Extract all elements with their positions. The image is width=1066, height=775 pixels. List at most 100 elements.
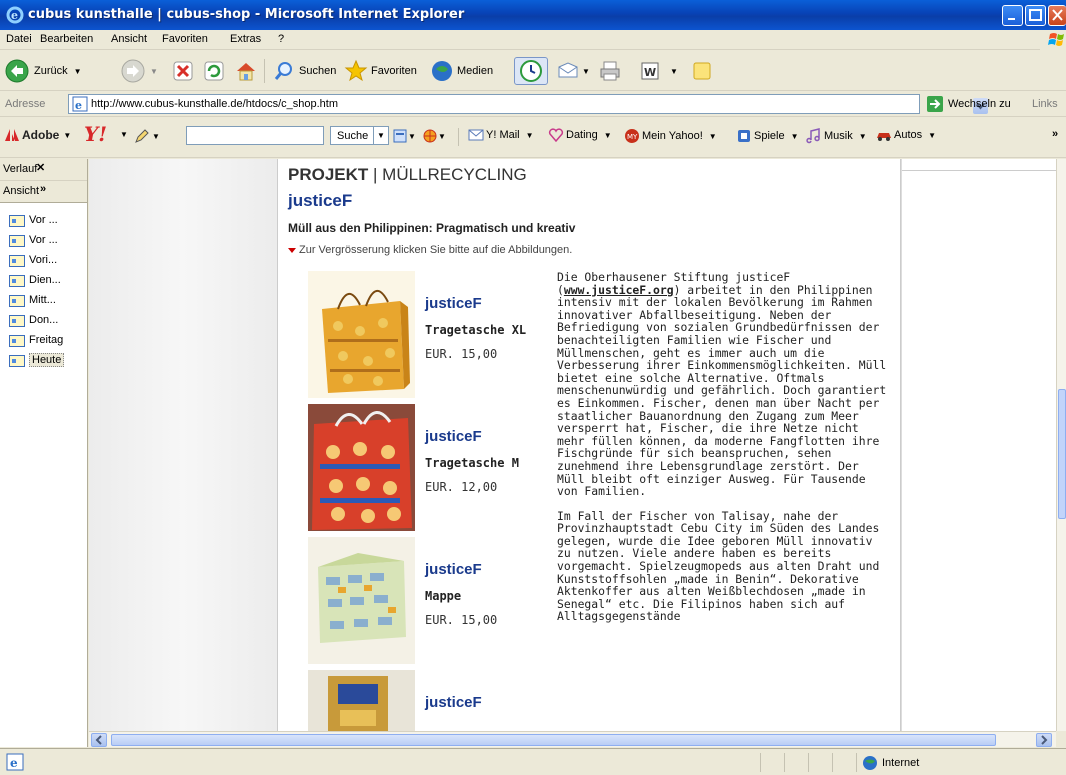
history-item-today[interactable]: Heute: [0, 351, 87, 371]
product-image-bag-m[interactable]: [308, 404, 415, 531]
address-input[interactable]: e http://www.cubus-kunsthalle.de/htdocs/…: [68, 94, 988, 114]
history-item-label: Vori...: [29, 254, 58, 266]
minimize-icon: [1008, 18, 1015, 20]
autos-label: Autos: [894, 129, 923, 141]
history-item[interactable]: Dien...: [0, 271, 87, 291]
sidebar-view-label: Ansicht: [3, 185, 40, 197]
mail-dropdown-icon[interactable]: ▼: [582, 67, 590, 76]
product-image-bag-xl[interactable]: [308, 271, 415, 398]
history-item[interactable]: Freitag: [0, 331, 87, 351]
status-cell: [832, 753, 856, 772]
highlight-button[interactable]: ▼: [134, 128, 160, 144]
sidebar-view-button[interactable]: Ansicht »: [0, 181, 87, 203]
forward-dropdown-icon[interactable]: ▼: [150, 67, 158, 76]
close-button[interactable]: [1048, 5, 1066, 26]
horizontal-scroll-thumb[interactable]: [111, 734, 996, 746]
product-brand[interactable]: justiceF: [425, 428, 482, 445]
window-title: cubus kunsthalle | cubus-shop - Microsof…: [28, 7, 465, 22]
media-button[interactable]: Medien: [430, 57, 493, 85]
edit-button[interactable]: W ▼: [638, 57, 678, 85]
myyahoo-button[interactable]: MY Mein Yahoo! ▼: [624, 128, 717, 144]
history-item[interactable]: Vor ...: [0, 231, 87, 251]
back-button[interactable]: Zurück ▼: [4, 57, 82, 85]
product-image-4[interactable]: [308, 670, 415, 731]
search-label: Suchen: [299, 65, 337, 77]
stop-button[interactable]: [172, 57, 194, 85]
product-name: Mappe: [425, 589, 462, 603]
dating-button[interactable]: Dating ▼: [548, 128, 612, 142]
product-brand[interactable]: justiceF: [425, 295, 482, 312]
description-paragraph-1: Die Oberhausener Stiftung justiceF (www.…: [557, 270, 887, 499]
adobe-button[interactable]: Adobe ▼: [4, 128, 71, 142]
print-button[interactable]: [598, 57, 622, 85]
heart-icon: [548, 128, 564, 142]
page-subtitle: Müll aus den Philippinen: Pragmatisch un…: [288, 221, 576, 235]
menu-file[interactable]: Datei: [6, 33, 32, 45]
calendar-icon: [9, 315, 25, 327]
pencil-dropdown-icon: ▼: [152, 131, 160, 141]
history-item-label: Don...: [29, 314, 59, 326]
maximize-button[interactable]: [1025, 5, 1046, 26]
yahoo-toolbar: Adobe ▼ Y! ▼ ▼ Suche ▼ ▼ ▼ Y! Mail ▼ Dat…: [0, 118, 1066, 158]
links-label[interactable]: Links: [1032, 98, 1058, 110]
product-item: justiceF Mappe EUR. 15,00: [308, 537, 578, 667]
product-brand[interactable]: justiceF: [425, 694, 482, 711]
yahoo-search-input[interactable]: [186, 126, 324, 145]
yahoo-logo-button[interactable]: Y! ▼: [84, 123, 128, 145]
history-item-label: Heute: [29, 353, 65, 367]
sidebar-close-icon[interactable]: ✕: [36, 161, 45, 174]
adobe-dropdown-icon: ▼: [63, 130, 72, 140]
forward-button[interactable]: ▼: [120, 57, 158, 85]
ybar-separator: [458, 128, 459, 146]
calendar-icon: [9, 275, 25, 287]
autos-button[interactable]: Autos ▼: [876, 128, 936, 142]
windows-logo: [1040, 30, 1066, 50]
mail-button[interactable]: ▼: [556, 57, 590, 85]
history-item[interactable]: Vor ...: [0, 211, 87, 231]
favorites-label: Favoriten: [371, 65, 417, 77]
music-icon: [806, 128, 820, 144]
menu-tools[interactable]: Extras: [230, 33, 261, 45]
myyahoo-label: Mein Yahoo!: [642, 130, 703, 142]
history-item[interactable]: Vori...: [0, 251, 87, 271]
messenger-button[interactable]: [690, 57, 714, 85]
menu-favorites[interactable]: Favoriten: [162, 33, 208, 45]
product-brand[interactable]: justiceF: [425, 561, 482, 578]
games-icon: [738, 130, 750, 142]
vertical-scrollbar[interactable]: [1056, 159, 1066, 731]
yahoo-search-button[interactable]: Suche: [330, 126, 376, 145]
history-button[interactable]: [514, 57, 548, 85]
refresh-button[interactable]: [203, 57, 225, 85]
music-button[interactable]: Musik ▼: [806, 128, 867, 144]
refresh-icon: [204, 61, 224, 81]
edit-dropdown-icon[interactable]: ▼: [670, 67, 678, 76]
go-button[interactable]: Wechseln zu: [926, 95, 1011, 113]
toolbar-overflow-chevron[interactable]: »: [1052, 128, 1058, 140]
calendar-icon: [9, 235, 25, 247]
scroll-right-button[interactable]: [1036, 733, 1052, 747]
games-button[interactable]: Spiele ▼: [736, 128, 799, 144]
home-button[interactable]: [234, 57, 258, 85]
menu-help[interactable]: ?: [278, 33, 284, 45]
product-item: justiceF: [308, 670, 578, 731]
ymail-button[interactable]: Y! Mail ▼: [468, 128, 534, 142]
history-item[interactable]: Don...: [0, 311, 87, 331]
vertical-scroll-thumb[interactable]: [1058, 389, 1066, 519]
bookmarks-button[interactable]: ▼: [392, 128, 416, 144]
windows-flag-icon: [1048, 33, 1064, 46]
scroll-left-button[interactable]: [91, 733, 107, 747]
product-image-folder[interactable]: [308, 537, 415, 664]
history-item[interactable]: Mitt...: [0, 291, 87, 311]
menu-edit[interactable]: Bearbeiten: [40, 33, 93, 45]
minimize-button[interactable]: [1002, 5, 1023, 26]
menu-view[interactable]: Ansicht: [111, 33, 147, 45]
yahoo-search-dropdown[interactable]: ▼: [373, 126, 389, 145]
favorites-button[interactable]: Favoriten: [344, 57, 417, 85]
horizontal-scrollbar[interactable]: [89, 731, 1056, 747]
search-button[interactable]: Suchen: [272, 57, 336, 85]
back-dropdown-icon[interactable]: ▼: [74, 67, 82, 76]
antispy-button[interactable]: ▼: [422, 128, 446, 144]
history-item-label: Vor ...: [29, 214, 58, 226]
history-sidebar: Verlauf ✕ Ansicht » Vor ... Vor ... Vori…: [0, 159, 88, 747]
brand-heading: justiceF: [288, 191, 353, 210]
